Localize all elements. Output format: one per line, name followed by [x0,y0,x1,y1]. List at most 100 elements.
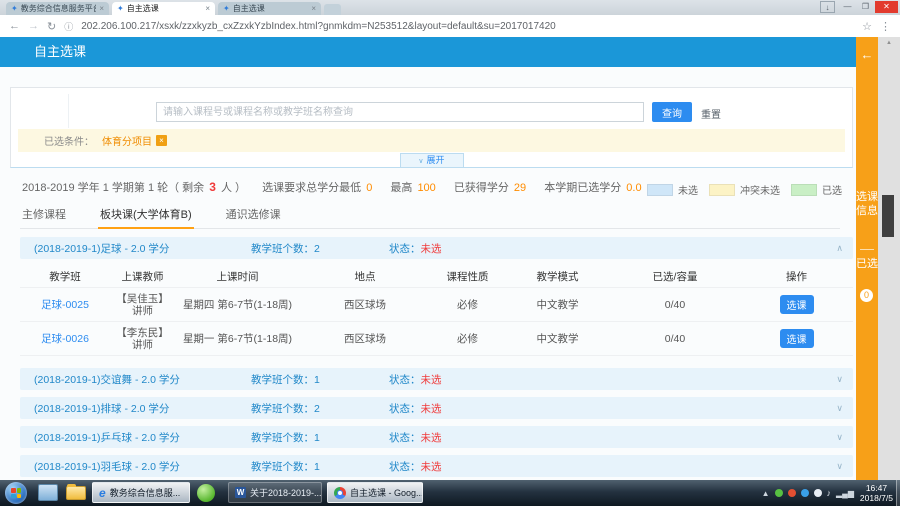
tray-expand-icon[interactable]: ▲ [762,489,770,498]
taskbar-task-document[interactable]: W 关于2018-2019-... [228,482,322,503]
course-section-football[interactable]: (2018-2019-1)足球 - 2.0 学分 教学班个数：2 状态：未选 ∧ [20,237,853,259]
scrollbar[interactable]: ▲ [878,37,900,480]
capacity: 0/40 [610,299,740,311]
legend-selected-swatch [791,184,817,196]
teaching-mode: 中文教学 [505,297,610,312]
refresh-icon[interactable]: ↻ [47,20,56,33]
select-course-button[interactable]: 选课 [780,295,814,314]
teacher-title: 讲师 [110,305,175,317]
chevron-down-icon[interactable]: ∨ [836,374,843,385]
term-season: 2018-2019 学年 1 学期第 1 轮（ 剩余 [22,182,204,194]
minimize-button[interactable]: — [839,1,856,13]
bookmark-star-icon[interactable]: ☆ [862,20,872,33]
tab-major-courses[interactable]: 主修课程 [20,204,68,229]
course-nature: 必修 [430,331,505,346]
url-text[interactable]: 202.206.100.217/xsxk/zzxkyzb_cxZzxkYzbIn… [81,21,854,32]
chevron-down-icon[interactable]: ∨ [836,432,843,443]
close-button[interactable]: ✕ [875,1,898,13]
green-app-icon[interactable] [197,484,215,502]
select-course-button[interactable]: 选课 [780,329,814,348]
course-section-pingpong[interactable]: (2018-2019-1)乒乓球 - 2.0 学分 教学班个数：1 状态：未选 … [20,426,853,448]
tray-app-icon[interactable] [788,489,796,497]
class-table: 教学班 上课教师 上课时间 地点 课程性质 教学模式 已选/容量 操作 足球-0… [20,265,853,356]
start-button[interactable] [5,482,27,504]
credit-max: 100 [415,182,437,194]
chrome-icon [334,487,346,499]
side-panel-title[interactable]: 选课信息 [856,190,878,218]
search-panel: 查询 重置 已选条件： 体育分项目 × ∨展开 [10,87,853,168]
class-id-link[interactable]: 足球-0025 [20,297,110,312]
course-title: (2018-2019-1)乒乓球 - 2.0 学分 [34,430,229,445]
expand-button[interactable]: ∨展开 [400,153,464,168]
filter-tag: 体育分项目 [102,133,152,148]
chevron-down-icon[interactable]: ∨ [836,461,843,472]
scroll-up-icon[interactable]: ▲ [878,37,900,46]
back-icon[interactable]: ← [9,20,20,32]
course-title: (2018-2019-1)交谊舞 - 2.0 学分 [34,372,229,387]
course-section-volleyball[interactable]: (2018-2019-1)排球 - 2.0 学分 教学班个数：2 状态：未选 ∨ [20,397,853,419]
folder-icon[interactable] [66,486,86,500]
tab-close-icon[interactable]: × [205,4,210,13]
course-nature: 必修 [430,297,505,312]
browser-tab-zzxk-active[interactable]: ✦ 自主选课 × [112,2,215,15]
class-count-label: 教学班个数： [251,243,314,255]
maximize-button[interactable]: ❐ [857,1,874,13]
tray-app-icon[interactable] [814,489,822,497]
class-count: 2 [314,243,320,255]
capacity: 0/40 [610,333,740,345]
collapse-arrow-icon[interactable]: ← [856,37,878,62]
table-row: 足球-0025 【吴佳玉】讲师 星期四 第6-7节(1-18周) 西区球场 必修… [20,288,853,322]
status-label: 状态： [389,403,421,415]
col-time: 上课时间 [175,269,300,284]
course-category-tabs: 主修课程 板块课(大学体育B) 通识选修课 [20,204,840,229]
pinned-app-icon[interactable] [38,484,58,501]
speaker-icon[interactable]: ♪ [827,488,832,498]
taskbar-clock[interactable]: 16:47 2018/7/5 [860,483,893,503]
filter-label: 已选条件： [44,133,94,148]
new-tab-button[interactable] [324,4,341,15]
browser-tab-portal[interactable]: ✦ 教务综合信息服务平台 × [6,2,109,15]
class-count: 1 [314,374,320,386]
tab-general-elective[interactable]: 通识选修课 [224,204,283,229]
query-button[interactable]: 查询 [652,102,692,122]
page: 自主选课 查询 重置 已选条件： 体育分项目 × ∨展开 2018-2019 学… [0,37,900,480]
network-icon[interactable]: ▂▄▆ [836,489,854,498]
tab-block-course-pe[interactable]: 板块课(大学体育B) [98,204,194,229]
status-value: 未选 [421,461,442,473]
chevron-down-icon[interactable]: ∨ [836,403,843,414]
legend-selected-label: 已选 [822,182,842,197]
site-info-icon[interactable]: ⓘ [64,20,73,33]
tray-app-icon[interactable] [801,489,809,497]
forward-icon[interactable]: → [28,20,39,32]
current-selected-label: 本学期已选学分 [544,182,621,194]
download-icon[interactable]: ↓ [820,1,835,13]
browser-tab-zzxk-2[interactable]: ✦ 自主选课 × [218,2,321,15]
tab-close-icon[interactable]: × [99,4,104,13]
col-action: 操作 [740,269,853,284]
windows-logo-icon [11,488,21,498]
teacher-name: 【吴佳玉】 [110,293,175,305]
course-title: (2018-2019-1)羽毛球 - 2.0 学分 [34,459,229,474]
course-section-dance[interactable]: (2018-2019-1)交谊舞 - 2.0 学分 教学班个数：1 状态：未选 … [20,368,853,390]
selected-filters-band: 已选条件： 体育分项目 × [18,129,845,152]
legend-unselected-swatch [647,184,673,196]
course-section-badminton[interactable]: (2018-2019-1)羽毛球 - 2.0 学分 教学班个数：1 状态：未选 … [20,455,853,477]
scrollbar-thumb[interactable] [882,195,894,237]
browser-menu-icon[interactable]: ⋮ [880,20,891,33]
chevron-up-icon[interactable]: ∧ [836,243,843,254]
expand-label: 展开 [427,155,445,165]
ie-icon: e [99,486,106,500]
status-label: 状态： [389,243,421,255]
selected-courses-label[interactable]: 已选 [856,257,878,271]
antivirus-icon[interactable] [775,489,783,497]
screen: ✦ 教务综合信息服务平台 × ✦ 自主选课 × ✦ 自主选课 × ↓ — ❐ ✕… [0,0,900,506]
tab-close-icon[interactable]: × [311,4,316,13]
filter-tag-close-icon[interactable]: × [156,135,167,146]
status-value: 未选 [421,403,442,415]
show-desktop-button[interactable] [896,480,900,506]
taskbar-task-portal[interactable]: e 教务综合信息服... [92,482,190,503]
class-id-link[interactable]: 足球-0026 [20,331,110,346]
taskbar-task-chrome[interactable]: 自主选课 - Goog... [327,482,423,503]
reset-link[interactable]: 重置 [701,106,721,121]
search-input[interactable] [156,102,644,122]
